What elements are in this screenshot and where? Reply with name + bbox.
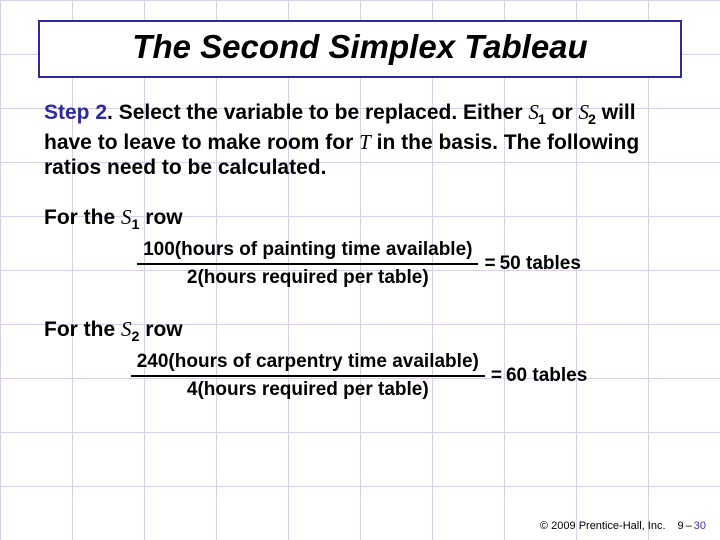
step-mid1: or <box>546 101 579 124</box>
page-chapter: 9 <box>678 520 684 532</box>
ratio-2-fraction: 240(hours of carpentry time available) 4… <box>131 351 485 401</box>
row2-label-post: row <box>139 318 182 341</box>
ratio-2-bar <box>131 375 485 377</box>
slide-title: The Second Simplex Tableau <box>48 28 672 66</box>
ratio-2-result: 60 tables <box>506 365 587 387</box>
ratio-1-numerator: 100(hours of painting time available) <box>137 239 478 261</box>
ratio-1-bar <box>137 263 478 265</box>
ratio-1-equals: = 50 tables <box>484 253 580 275</box>
row2-var: S <box>121 317 132 341</box>
step-label: Step 2 <box>44 101 107 124</box>
step-paragraph: Step 2. Select the variable to be replac… <box>44 100 674 181</box>
ratio-2: 240(hours of carpentry time available) 4… <box>44 351 674 401</box>
row1-label-pre: For the <box>44 206 121 229</box>
row1-var: S <box>121 205 132 229</box>
ratio-2-numerator: 240(hours of carpentry time available) <box>131 351 485 373</box>
ratio-1-eq-sym: = <box>484 253 495 275</box>
title-box: The Second Simplex Tableau <box>38 20 682 78</box>
step-lead: Select the variable to be replaced. Eith… <box>119 101 529 124</box>
ratio-1-result: 50 tables <box>500 253 581 275</box>
sub-s2: 2 <box>588 112 596 128</box>
ratio-1-fraction: 100(hours of painting time available) 2(… <box>137 239 478 289</box>
sub-s1: 1 <box>538 112 546 128</box>
ratio-1: 100(hours of painting time available) 2(… <box>44 239 674 289</box>
page-number: 9–30 <box>678 520 707 532</box>
row1-label: For the S1 row <box>44 205 674 233</box>
page-dash: – <box>684 520 694 532</box>
ratio-2-denominator: 4(hours required per table) <box>181 379 435 401</box>
copyright-text: © 2009 Prentice-Hall, Inc. <box>540 520 666 532</box>
ratio-1-denominator: 2(hours required per table) <box>181 267 435 289</box>
page-num: 30 <box>694 520 706 532</box>
var-t: T <box>359 130 371 154</box>
slide-content: The Second Simplex Tableau Step 2. Selec… <box>0 0 720 540</box>
row2-label-pre: For the <box>44 318 121 341</box>
step-period: . <box>107 101 119 124</box>
slide-body: Step 2. Select the variable to be replac… <box>14 78 706 401</box>
row2-label: For the S2 row <box>44 317 674 345</box>
footer: © 2009 Prentice-Hall, Inc. 9–30 <box>540 520 706 532</box>
ratio-2-equals: = 60 tables <box>491 365 587 387</box>
row1-label-post: row <box>139 206 182 229</box>
ratio-2-eq-sym: = <box>491 365 502 387</box>
